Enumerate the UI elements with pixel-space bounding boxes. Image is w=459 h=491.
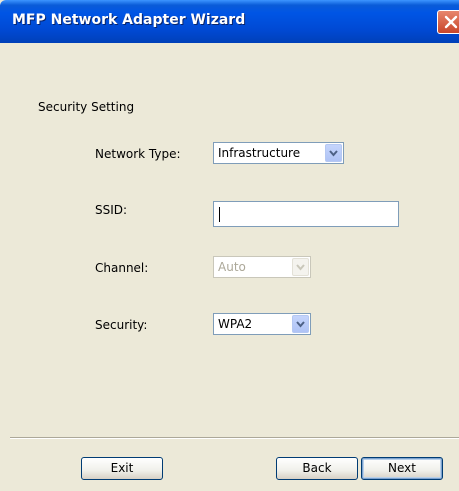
security-select[interactable]: WPA2	[213, 313, 311, 335]
security-label: Security:	[95, 318, 148, 332]
channel-value: Auto	[218, 260, 246, 274]
channel-dropdown-button	[292, 258, 309, 276]
channel-select: Auto	[213, 256, 311, 278]
title-bar[interactable]: MFP Network Adapter Wizard	[0, 0, 459, 43]
ssid-input[interactable]	[213, 201, 399, 227]
footer-divider	[10, 437, 459, 439]
chevron-down-icon	[296, 264, 305, 271]
security-dropdown-button[interactable]	[292, 315, 309, 333]
exit-button[interactable]: Exit	[81, 457, 163, 480]
network-type-label: Network Type:	[95, 147, 181, 161]
ssid-label: SSID:	[95, 203, 128, 217]
network-type-value: Infrastructure	[218, 146, 301, 160]
close-button[interactable]	[437, 10, 459, 34]
wizard-window: MFP Network Adapter Wizard Security Sett…	[0, 0, 459, 491]
chevron-down-icon	[329, 150, 338, 157]
close-icon	[444, 15, 458, 29]
network-type-select[interactable]: Infrastructure	[213, 142, 344, 164]
section-heading: Security Setting	[38, 100, 135, 114]
network-type-dropdown-button[interactable]	[325, 144, 342, 162]
chevron-down-icon	[296, 321, 305, 328]
next-button[interactable]: Next	[361, 457, 443, 480]
channel-label: Channel:	[95, 261, 149, 275]
text-caret	[219, 207, 220, 222]
security-value: WPA2	[218, 317, 253, 331]
back-button[interactable]: Back	[276, 457, 358, 480]
window-title: MFP Network Adapter Wizard	[12, 12, 246, 28]
